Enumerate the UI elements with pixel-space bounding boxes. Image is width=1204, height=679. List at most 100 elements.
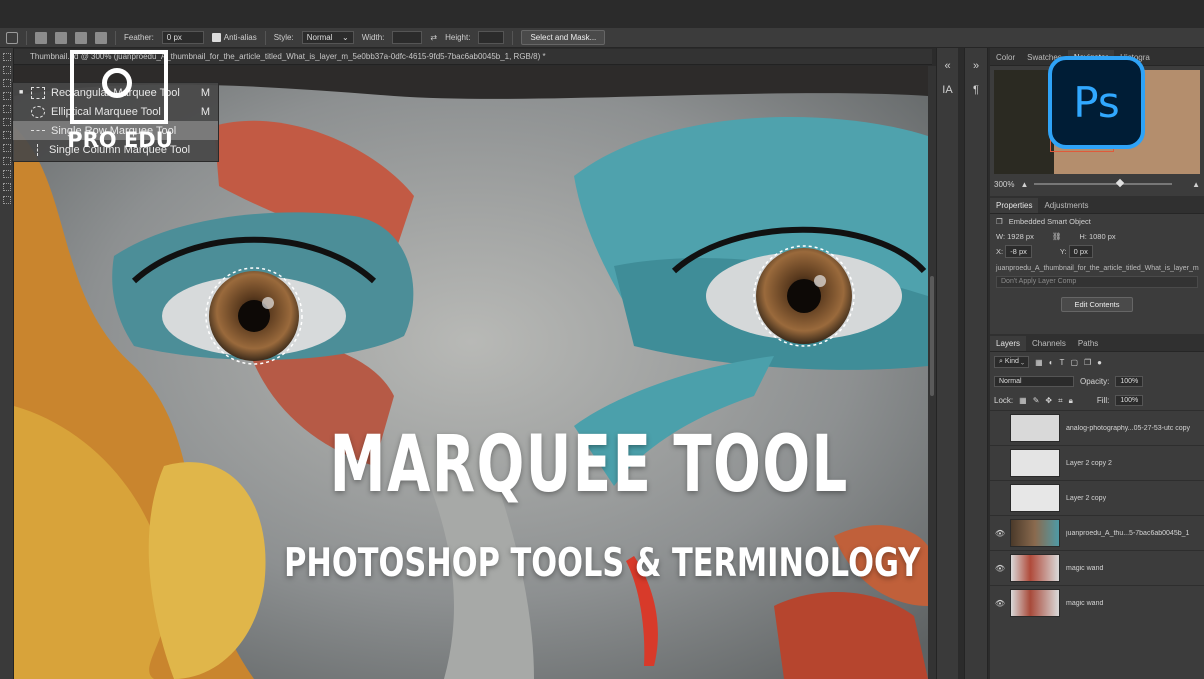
layer-row[interactable]: 👁︎ juanproedu_A_thu...5-7bac6ab0045b_1 xyxy=(990,515,1204,550)
layer-row[interactable]: Layer 2 copy xyxy=(990,480,1204,515)
collapse-arrows-icon[interactable]: « xyxy=(937,60,958,72)
chevron-down-icon: ⌄ xyxy=(342,33,349,42)
tab-properties[interactable]: Properties xyxy=(990,198,1039,213)
tab-adjustments[interactable]: Adjustments xyxy=(1038,198,1094,213)
magic-wand-tool-icon[interactable] xyxy=(2,92,11,100)
anti-alias-checkbox[interactable]: Anti-alias xyxy=(211,33,257,43)
opacity-input[interactable]: 100% xyxy=(1115,376,1144,387)
navigator-zoom-row: 300% ▲ ▲ xyxy=(990,176,1204,192)
layer-comp-select[interactable]: Don't Apply Layer Comp xyxy=(996,276,1198,288)
layer-row[interactable]: Layer 2 copy 2 xyxy=(990,445,1204,480)
single-column-marquee-icon xyxy=(37,143,39,156)
type-filter-icon[interactable]: T xyxy=(1060,358,1065,367)
zoom-value[interactable]: 300% xyxy=(994,180,1014,189)
new-selection-icon[interactable] xyxy=(35,31,47,44)
scrollbar-thumb[interactable] xyxy=(930,276,934,396)
move-tool-icon[interactable] xyxy=(2,53,11,61)
zoom-in-icon[interactable]: ▲ xyxy=(1192,180,1200,189)
layers-list: analog-photography...05-27-53-utc copy L… xyxy=(990,410,1204,620)
properties-tabs: Properties Adjustments xyxy=(990,196,1204,214)
kind-filter-select[interactable]: ⌕ Kind ⌄ xyxy=(994,356,1030,368)
intersect-selection-icon[interactable] xyxy=(95,31,107,44)
height-input[interactable] xyxy=(478,31,505,44)
rectangle-marquee-icon xyxy=(31,86,45,99)
character-panel-icon[interactable]: IA xyxy=(937,84,958,96)
lock-pixels-icon[interactable]: ✎ xyxy=(1033,396,1040,405)
healing-tool-icon[interactable] xyxy=(2,131,11,139)
layer-name[interactable]: magic wand xyxy=(1066,565,1194,572)
divider xyxy=(115,30,116,45)
add-selection-icon[interactable] xyxy=(55,31,67,44)
marquee-preset-icon[interactable] xyxy=(6,31,18,44)
paragraph-panel-icon[interactable]: ¶ xyxy=(965,84,987,96)
ellipse-marquee-icon xyxy=(31,105,45,118)
divider xyxy=(512,30,514,45)
gradient-tool-icon[interactable] xyxy=(2,196,11,204)
link-icon[interactable]: ⛓ xyxy=(1052,232,1062,241)
layer-row[interactable]: 👁︎ magic wand xyxy=(990,550,1204,585)
marquee-tool-icon[interactable] xyxy=(2,66,11,74)
layer-name[interactable]: Layer 2 copy 2 xyxy=(1066,460,1194,467)
width-label: Width: xyxy=(361,33,385,42)
style-select[interactable]: Normal ⌄ xyxy=(301,31,354,44)
divider xyxy=(264,30,266,45)
width-value[interactable]: 1928 px xyxy=(1007,232,1034,241)
selected-bullet-icon: ■ xyxy=(19,89,24,96)
tab-paths[interactable]: Paths xyxy=(1072,336,1104,351)
layer-thumbnail xyxy=(1010,554,1060,582)
adjustment-filter-icon[interactable]: ◐ xyxy=(1049,358,1054,367)
feather-label: Feather: xyxy=(124,33,154,42)
lasso-tool-icon[interactable] xyxy=(2,79,11,87)
object-type-row: ❐ Embedded Smart Object xyxy=(990,214,1204,229)
lock-artboard-icon[interactable]: ⌗ xyxy=(1058,396,1063,406)
layer-thumbnail xyxy=(1010,484,1060,512)
filter-toggle-icon[interactable]: ● xyxy=(1097,358,1102,367)
swap-icon[interactable]: ⇄ xyxy=(430,33,437,42)
layer-filter-row: ⌕ Kind ⌄ ▦ ◐ T ▢ ❐ ● xyxy=(990,352,1204,372)
select-and-mask-button[interactable]: Select and Mask... xyxy=(521,30,606,45)
width-input[interactable] xyxy=(392,31,423,44)
eyedropper-tool-icon[interactable] xyxy=(2,118,11,126)
lock-all-icon[interactable]: 🔒︎ xyxy=(1069,396,1073,406)
subtract-selection-icon[interactable] xyxy=(75,31,87,44)
canvas-vertical-scrollbar[interactable] xyxy=(928,66,936,679)
history-brush-tool-icon[interactable] xyxy=(2,170,11,178)
panel-icon-strip-secondary: » ¶ xyxy=(964,48,988,679)
eye-icon[interactable]: 👁︎ xyxy=(990,599,1010,608)
edit-contents-button[interactable]: Edit Contents xyxy=(1061,297,1133,312)
slider-knob[interactable] xyxy=(1115,178,1125,188)
options-bar: Feather: 0 px Anti-alias Style: Normal ⌄ … xyxy=(0,28,1204,48)
crop-tool-icon[interactable] xyxy=(2,105,11,113)
lock-position-icon[interactable]: ✥ xyxy=(1045,396,1052,405)
layer-row[interactable]: 👁︎ magic wand xyxy=(990,585,1204,620)
brush-tool-icon[interactable] xyxy=(2,144,11,152)
shape-filter-icon[interactable]: ▢ xyxy=(1070,358,1078,367)
lock-transparency-icon[interactable]: ▦ xyxy=(1019,396,1027,405)
layer-name[interactable]: magic wand xyxy=(1066,600,1194,607)
y-input[interactable]: 0 px xyxy=(1068,245,1093,258)
stamp-tool-icon[interactable] xyxy=(2,157,11,165)
blend-mode-select[interactable]: Normal xyxy=(994,376,1074,387)
eye-icon[interactable]: 👁︎ xyxy=(990,564,1010,573)
layer-name[interactable]: analog-photography...05-27-53-utc copy xyxy=(1066,425,1194,432)
pixel-filter-icon[interactable]: ▦ xyxy=(1035,358,1043,367)
layer-name[interactable]: Layer 2 copy xyxy=(1066,495,1194,502)
style-label: Style: xyxy=(273,33,294,42)
eraser-tool-icon[interactable] xyxy=(2,183,11,191)
layer-row[interactable]: analog-photography...05-27-53-utc copy xyxy=(990,410,1204,445)
smart-object-filter-icon[interactable]: ❐ xyxy=(1084,358,1091,367)
blend-row: Normal Opacity: 100% xyxy=(990,372,1204,391)
zoom-out-icon[interactable]: ▲ xyxy=(1020,180,1028,189)
search-icon: ⌕ xyxy=(999,358,1003,365)
tab-color[interactable]: Color xyxy=(990,50,1021,65)
tab-layers[interactable]: Layers xyxy=(990,336,1027,351)
zoom-slider[interactable] xyxy=(1034,178,1173,188)
tab-channels[interactable]: Channels xyxy=(1026,336,1072,351)
eye-icon[interactable]: 👁︎ xyxy=(990,529,1010,538)
collapse-arrows-icon[interactable]: » xyxy=(965,60,987,72)
x-input[interactable]: -8 px xyxy=(1005,245,1032,258)
feather-input[interactable]: 0 px xyxy=(161,31,204,44)
layer-name[interactable]: juanproedu_A_thu...5-7bac6ab0045b_1 xyxy=(1066,530,1194,537)
height-value[interactable]: 1080 px xyxy=(1089,232,1116,241)
fill-input[interactable]: 100% xyxy=(1115,395,1144,406)
